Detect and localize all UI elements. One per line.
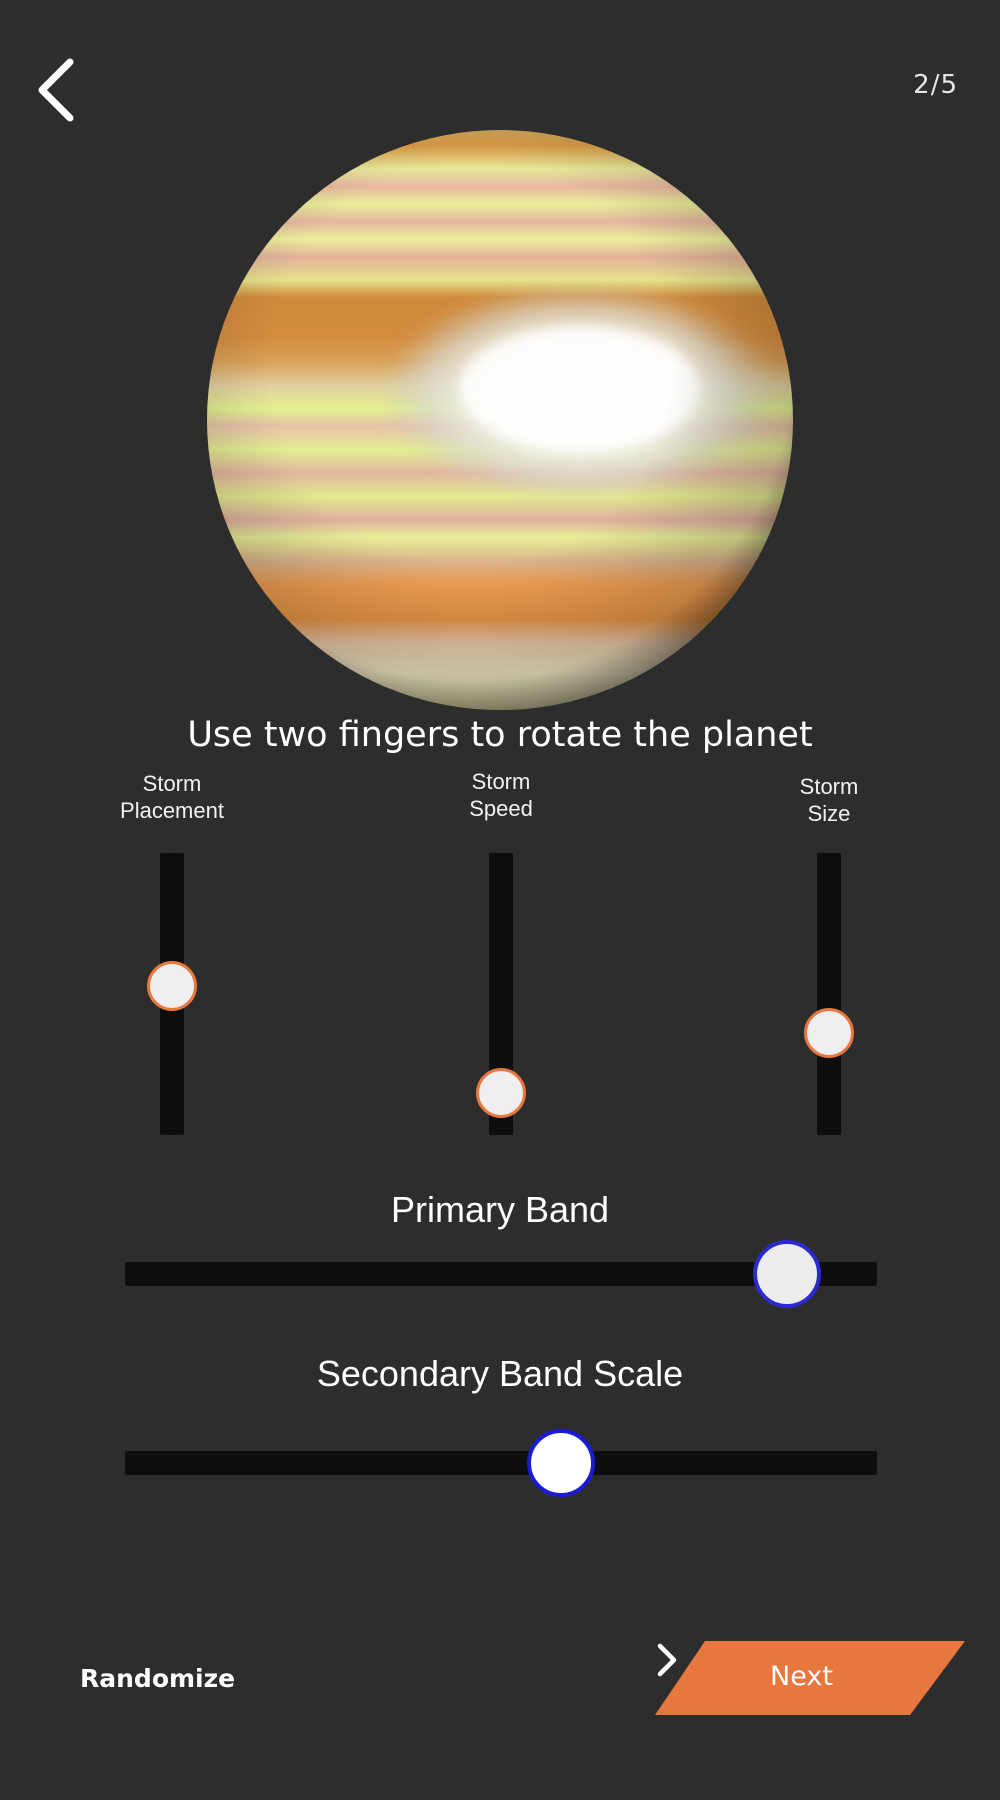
page-indicator: 2/5 <box>913 70 958 100</box>
storm-placement-label: Storm Placement <box>92 770 252 824</box>
chevron-right-icon <box>657 1643 677 1677</box>
primary-band-track[interactable] <box>125 1240 877 1308</box>
storm-size-label-line1: Storm <box>799 774 859 799</box>
secondary-band-scale-track[interactable] <box>125 1429 877 1497</box>
storm-size-track[interactable] <box>804 853 854 1135</box>
rotate-instruction: Use two fingers to rotate the planet <box>187 715 813 755</box>
storm-size-thumb[interactable] <box>804 1008 854 1059</box>
randomize-button[interactable]: Randomize <box>80 1664 235 1693</box>
storm-speed-thumb[interactable] <box>476 1067 526 1118</box>
planet-customizer-screen: 2/5 Use two fingers to rotate the planet… <box>0 0 1000 1800</box>
chevron-left-icon <box>38 58 74 122</box>
next-button-label: Next <box>770 1661 833 1692</box>
storm-placement-label-line2: Placement <box>120 798 224 823</box>
storm-speed-label: Storm Speed <box>421 768 581 822</box>
storm-placement-label-line1: Storm <box>142 771 202 796</box>
planet-view[interactable] <box>205 128 795 713</box>
storm-size-label: Storm Size <box>749 773 909 827</box>
back-button[interactable] <box>30 52 90 132</box>
storm-size-label-line2: Size <box>807 801 851 826</box>
storm-speed-label-line2: Speed <box>469 796 533 821</box>
next-button[interactable]: Next <box>655 1641 965 1715</box>
secondary-band-scale-label: Secondary Band Scale <box>316 1353 684 1394</box>
primary-band-label: Primary Band <box>390 1189 610 1230</box>
storm-speed-track[interactable] <box>476 853 526 1135</box>
storm-placement-track[interactable] <box>147 853 197 1135</box>
planet-image <box>207 130 793 710</box>
secondary-band-scale-thumb[interactable] <box>527 1429 596 1497</box>
storm-speed-label-line1: Storm <box>471 769 531 794</box>
storm-placement-thumb[interactable] <box>147 960 197 1011</box>
primary-band-thumb[interactable] <box>752 1240 821 1308</box>
